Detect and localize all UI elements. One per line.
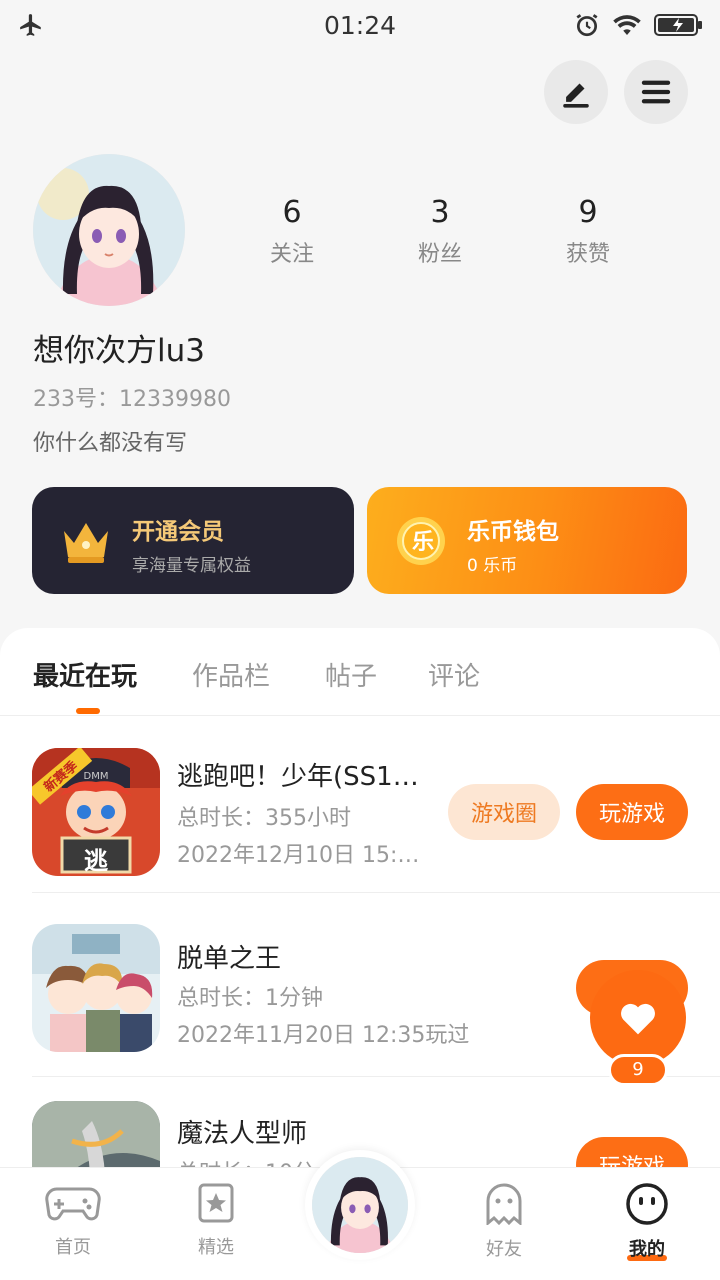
menu-button[interactable] <box>624 60 688 124</box>
game-name: 逃跑吧！少年(SS1… <box>177 762 419 792</box>
game-duration: 总时长：355小时 <box>177 806 351 831</box>
hamburger-menu-icon <box>641 80 671 104</box>
nav-friends-label: 好友 <box>486 1239 522 1260</box>
likes-label: 获赞 <box>565 242 610 267</box>
following-label: 关注 <box>269 242 314 267</box>
game-circle-button[interactable]: 游戏圈 <box>448 784 560 840</box>
game-duration: 总时长：1分钟 <box>177 986 323 1011</box>
tab-posts[interactable]: 帖子 <box>325 656 377 693</box>
nav-home-label: 首页 <box>55 1237 91 1258</box>
nav-me-label: 我的 <box>629 1239 665 1260</box>
pen-icon <box>563 83 589 108</box>
gamepad-icon <box>45 1187 101 1221</box>
user-bio: 你什么都没有写 <box>33 431 188 456</box>
tab-indicator <box>76 708 100 714</box>
star-bookmark-icon <box>198 1183 234 1223</box>
battery-icon <box>654 14 702 36</box>
tab-works[interactable]: 作品栏 <box>192 656 270 693</box>
wallet-title: 乐币钱包 <box>467 519 559 545</box>
crown-icon <box>64 523 108 563</box>
likes-count: 9 <box>578 195 598 230</box>
followers-count: 3 <box>430 195 450 230</box>
wallet-card[interactable]: 乐 乐币钱包 0 乐币 <box>367 487 687 594</box>
vip-title: 开通会员 <box>132 519 224 545</box>
wifi-icon <box>613 15 641 35</box>
game-name: 脱单之王 <box>177 944 282 974</box>
game-last-played: 2022年12月10日 15:… <box>177 843 420 868</box>
nav-me[interactable]: 我的 <box>592 1183 702 1261</box>
play-game-button[interactable]: 玩游戏 <box>576 784 688 840</box>
like-count-badge: 9 <box>608 1054 668 1086</box>
profile-avatar[interactable] <box>33 154 185 306</box>
smile-face-icon <box>626 1183 668 1225</box>
game-icon-text: 逃 <box>84 847 108 875</box>
game-icon-band: DMM <box>83 771 109 782</box>
row-divider <box>32 892 720 893</box>
following-count: 6 <box>282 195 302 230</box>
game-last-played: 2022年11月20日 12:35玩过 <box>177 1023 470 1048</box>
likes-stat[interactable]: 9 获赞 <box>528 195 648 268</box>
edit-profile-button[interactable] <box>544 60 608 124</box>
game-row[interactable]: DMM 逃 新赛季 逃跑吧！少年(SS1… 总时长：355小时 2022年12月… <box>0 716 720 893</box>
tab-recently-played[interactable]: 最近在玩 <box>33 656 137 693</box>
nav-featured[interactable]: 精选 <box>161 1183 271 1259</box>
like-button[interactable] <box>590 970 686 1066</box>
game-icon <box>32 924 160 1052</box>
vip-subtitle: 享海量专属权益 <box>132 556 251 576</box>
ghost-icon <box>486 1183 522 1227</box>
wallet-balance: 0 乐币 <box>467 556 518 576</box>
alarm-icon <box>576 14 598 37</box>
coin-glyph: 乐 <box>411 530 434 555</box>
nav-center-avatar[interactable] <box>305 1150 415 1260</box>
nav-home[interactable]: 首页 <box>18 1183 128 1259</box>
followers-stat[interactable]: 3 粉丝 <box>380 195 500 268</box>
following-stat[interactable]: 6 关注 <box>232 195 352 268</box>
game-name: 魔法人型师 <box>177 1119 308 1149</box>
followers-label: 粉丝 <box>417 242 462 267</box>
nav-friends[interactable]: 好友 <box>449 1183 559 1261</box>
tab-comments[interactable]: 评论 <box>428 656 480 693</box>
status-bar: 01:24 <box>0 0 720 50</box>
nav-featured-label: 精选 <box>198 1237 234 1258</box>
username: 想你次方lu3 <box>33 333 205 369</box>
nav-avatar-image <box>312 1157 408 1253</box>
game-icon: DMM 逃 新赛季 <box>32 748 160 876</box>
heart-icon <box>621 1003 655 1035</box>
user-id: 233号：12339980 <box>33 387 231 412</box>
vip-membership-card[interactable]: 开通会员 享海量专属权益 <box>32 487 354 594</box>
profile-tabs: 最近在玩 作品栏 帖子 评论 <box>0 628 720 716</box>
